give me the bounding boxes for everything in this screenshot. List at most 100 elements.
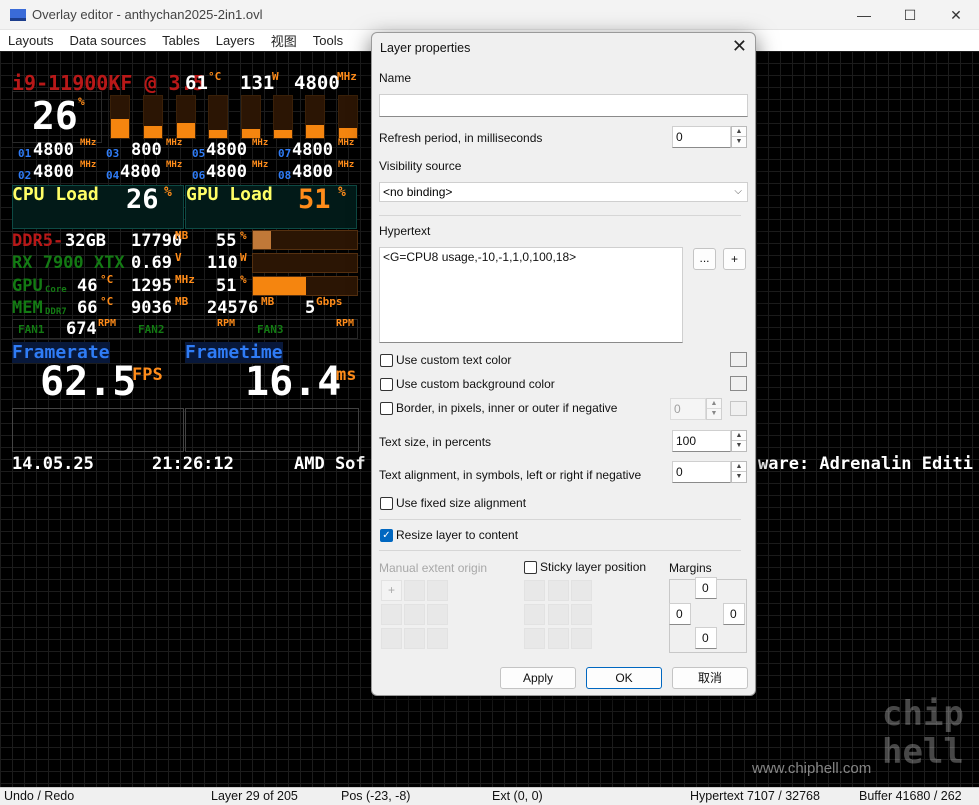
extent-cell-bc[interactable]	[404, 628, 425, 649]
extent-cell-mc[interactable]	[404, 604, 425, 625]
sticky-position-checkbox[interactable]	[524, 561, 537, 574]
sticky-cell-tc[interactable]	[548, 580, 569, 601]
apply-button[interactable]: Apply	[500, 667, 576, 689]
mem-label: MEM	[12, 298, 43, 318]
gpu-power-unit: W	[240, 251, 247, 264]
sticky-cell-tl[interactable]	[524, 580, 545, 601]
minimize-button[interactable]: —	[841, 0, 887, 30]
hypertext-browse-button[interactable]: ...	[693, 248, 716, 270]
fan2-unit: RPM	[217, 318, 236, 329]
visibility-select[interactable]: <no binding> ⌵	[379, 182, 748, 202]
menu-data-sources[interactable]: Data sources	[62, 33, 155, 48]
divider-2	[379, 519, 741, 520]
mem-total: 24576	[207, 298, 259, 318]
dialog-close-button[interactable]: ✕	[732, 36, 747, 57]
name-label: Name	[379, 71, 412, 85]
core-val-07: 4800	[292, 140, 333, 160]
margin-right-input[interactable]: 0	[723, 603, 745, 625]
cancel-button[interactable]: 取消	[672, 667, 748, 689]
sticky-cell-tr[interactable]	[571, 580, 592, 601]
sticky-cell-ml[interactable]	[524, 604, 545, 625]
core-idx-04: 04	[106, 169, 120, 182]
sticky-cell-bc[interactable]	[548, 628, 569, 649]
extent-cell-tl[interactable]: +	[381, 580, 402, 601]
extent-cell-tr[interactable]	[427, 580, 448, 601]
dialog-title: Layer properties	[380, 41, 471, 55]
name-input[interactable]	[379, 94, 748, 117]
ddr-usage-bar	[252, 230, 358, 250]
fan1-unit: RPM	[98, 318, 117, 329]
chiphell-logo: chip hell	[880, 691, 966, 781]
sticky-cell-mc[interactable]	[548, 604, 569, 625]
visibility-value: <no binding>	[383, 185, 453, 199]
ok-button[interactable]: OK	[586, 667, 662, 689]
text-color-swatch[interactable]	[730, 352, 747, 367]
core-unit-06: MHz	[252, 160, 269, 170]
text-size-input[interactable]: 100	[672, 430, 731, 452]
sticky-cell-mr[interactable]	[571, 604, 592, 625]
menu-layers[interactable]: Layers	[208, 33, 263, 48]
refresh-input[interactable]: 0	[672, 126, 731, 148]
core-idx-02: 02	[18, 169, 32, 182]
sticky-cell-br[interactable]	[571, 628, 592, 649]
core-unit-02: MHz	[80, 160, 97, 170]
border-checkbox[interactable]	[380, 402, 393, 415]
menu-tables[interactable]: Tables	[154, 33, 208, 48]
core-unit-04: MHz	[166, 160, 183, 170]
refresh-spinner[interactable]: ▲ ▼	[731, 126, 747, 148]
core-unit-05: MHz	[252, 138, 269, 148]
extent-cell-tc[interactable]	[404, 580, 425, 601]
menu-tools[interactable]: Tools	[305, 33, 351, 48]
text-align-spinner[interactable]: ▲ ▼	[731, 461, 747, 483]
core-unit-03: MHz	[166, 138, 183, 148]
margin-bottom-input[interactable]: 0	[695, 627, 717, 649]
fixed-size-checkbox[interactable]	[380, 497, 393, 510]
extent-cell-mr[interactable]	[427, 604, 448, 625]
extent-cell-ml[interactable]	[381, 604, 402, 625]
hypertext-editor[interactable]: <G=CPU8 usage,-10,-1,1,0,100,18>	[379, 247, 683, 343]
custom-bg-color-checkbox[interactable]	[380, 378, 393, 391]
extent-cell-br[interactable]	[427, 628, 448, 649]
custom-text-color-checkbox[interactable]	[380, 354, 393, 367]
status-undo[interactable]: Undo / Redo	[4, 789, 74, 803]
bg-color-swatch[interactable]	[730, 376, 747, 391]
resize-layer-label: Resize layer to content	[396, 528, 519, 542]
close-window-button[interactable]: ✕	[933, 0, 979, 30]
cpu-power-unit: W	[272, 70, 279, 83]
core-idx-01: 01	[18, 147, 32, 160]
frametime-graph	[185, 408, 359, 452]
framerate-graph	[12, 408, 184, 452]
sticky-cell-bl[interactable]	[524, 628, 545, 649]
border-color-swatch[interactable]	[730, 401, 747, 416]
menu-layouts[interactable]: Layouts	[0, 33, 62, 48]
hypertext-add-button[interactable]: +	[723, 248, 746, 270]
margin-top-input[interactable]: 0	[695, 577, 717, 599]
border-input[interactable]: 0	[670, 398, 706, 420]
margin-left-input[interactable]: 0	[669, 603, 691, 625]
text-size-spinner[interactable]: ▲ ▼	[731, 430, 747, 452]
gpu-load-label: GPU Load	[186, 184, 273, 205]
mem-temp: 66	[77, 298, 98, 318]
core-val-01: 4800	[33, 140, 74, 160]
resize-layer-checkbox[interactable]: ✓	[380, 529, 393, 542]
cpu-temp-unit: °C	[208, 70, 222, 83]
fan-row	[12, 319, 358, 339]
text-align-input[interactable]: 0	[672, 461, 731, 483]
cpu-power: 131	[240, 72, 275, 94]
maximize-button[interactable]: ☐	[887, 0, 933, 30]
gpu-volt-unit: V	[175, 251, 182, 264]
cpu-temp: 61	[185, 72, 208, 94]
menu-view[interactable]: 视图	[263, 31, 305, 50]
core-bar-8	[338, 95, 358, 139]
core-val-06: 4800	[206, 162, 247, 182]
core-val-04: 4800	[120, 162, 161, 182]
gpu-power: 110	[207, 253, 238, 273]
gpu-usage-bar-fill	[253, 277, 307, 295]
border-spinner[interactable]: ▲ ▼	[706, 398, 722, 420]
gpu-temp-unit: °C	[100, 273, 114, 286]
extent-cell-bl[interactable]	[381, 628, 402, 649]
ddr-pct: 55	[216, 231, 237, 251]
cpu-load-unit: %	[164, 185, 172, 200]
gpu-load-unit: %	[338, 185, 346, 200]
core-unit-07: MHz	[338, 138, 355, 148]
